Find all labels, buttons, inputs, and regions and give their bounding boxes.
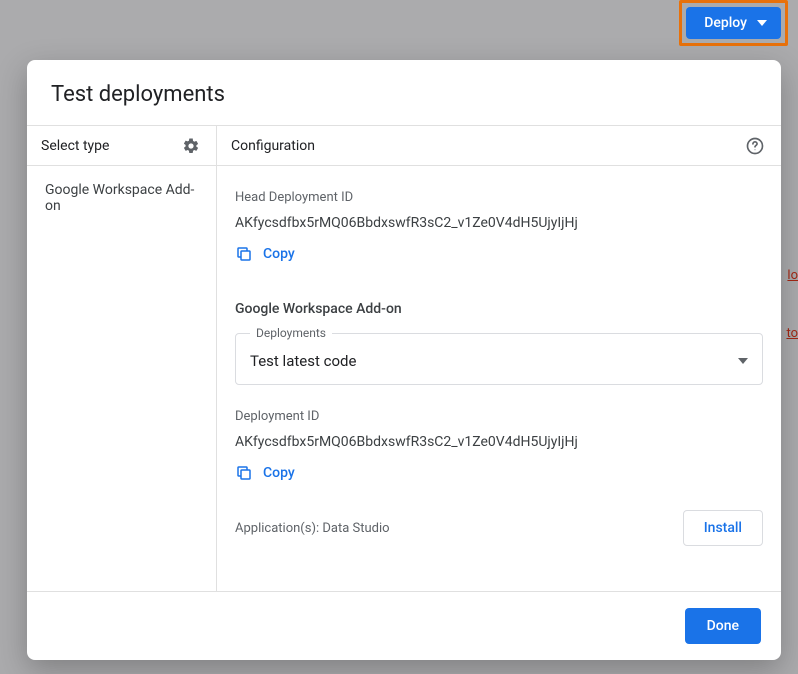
deploy-button-label: Deploy bbox=[704, 15, 747, 31]
deploy-button[interactable]: Deploy bbox=[686, 7, 781, 39]
modal: Test deployments Select type Google Work… bbox=[27, 60, 781, 660]
copy-deployment-id-button[interactable]: Copy bbox=[235, 464, 295, 482]
applications-row: Application(s): Data Studio Install bbox=[235, 510, 763, 546]
deployment-id-value: AKfycsdfbx5rMQ06BbdxswfR3sC2_v1Ze0V4dH5U… bbox=[235, 434, 763, 450]
right-panel: Configuration Head Deployment ID AKfycsd… bbox=[217, 126, 781, 591]
chevron-down-icon bbox=[738, 358, 748, 364]
copy-label: Copy bbox=[263, 246, 295, 262]
deployments-selected-value: Test latest code bbox=[250, 352, 356, 370]
done-button[interactable]: Done bbox=[685, 608, 761, 644]
modal-footer: Done bbox=[27, 592, 781, 660]
install-button[interactable]: Install bbox=[683, 510, 763, 546]
deployments-legend: Deployments bbox=[250, 326, 332, 340]
modal-body: Select type Google Workspace Add-on Conf… bbox=[27, 126, 781, 592]
head-deployment-id-label: Head Deployment ID bbox=[235, 190, 763, 205]
head-deployment-id-value: AKfycsdfbx5rMQ06BbdxswfR3sC2_v1Ze0V4dH5U… bbox=[235, 215, 763, 231]
left-panel: Select type Google Workspace Add-on bbox=[27, 126, 217, 591]
help-icon bbox=[745, 136, 765, 156]
copy-icon bbox=[235, 464, 253, 482]
copy-icon bbox=[235, 245, 253, 263]
deployments-value-row: Test latest code bbox=[250, 352, 748, 370]
chevron-down-icon bbox=[757, 20, 767, 26]
config-content: Head Deployment ID AKfycsdfbx5rMQ06Bbdxs… bbox=[217, 166, 781, 591]
deployments-select[interactable]: Deployments Test latest code bbox=[235, 333, 763, 385]
copy-label: Copy bbox=[263, 465, 295, 481]
settings-button[interactable] bbox=[180, 135, 202, 157]
deploy-highlight: Deploy bbox=[679, 0, 788, 46]
type-item-google-workspace-addon[interactable]: Google Workspace Add-on bbox=[27, 166, 216, 230]
help-button[interactable] bbox=[743, 134, 767, 158]
bg-link-2: to bbox=[786, 326, 798, 341]
configuration-label: Configuration bbox=[231, 138, 315, 154]
right-panel-header: Configuration bbox=[217, 126, 781, 166]
deployment-id-label: Deployment ID bbox=[235, 409, 763, 424]
applications-label: Application(s): Data Studio bbox=[235, 521, 390, 536]
copy-head-id-button[interactable]: Copy bbox=[235, 245, 295, 263]
addon-section-title: Google Workspace Add-on bbox=[235, 301, 763, 317]
bg-link-1: lo bbox=[787, 268, 798, 283]
bg-header: Deploy bbox=[0, 0, 798, 56]
left-panel-header: Select type bbox=[27, 126, 216, 166]
modal-title: Test deployments bbox=[27, 60, 781, 126]
select-type-label: Select type bbox=[41, 138, 109, 154]
gear-icon bbox=[182, 137, 200, 155]
